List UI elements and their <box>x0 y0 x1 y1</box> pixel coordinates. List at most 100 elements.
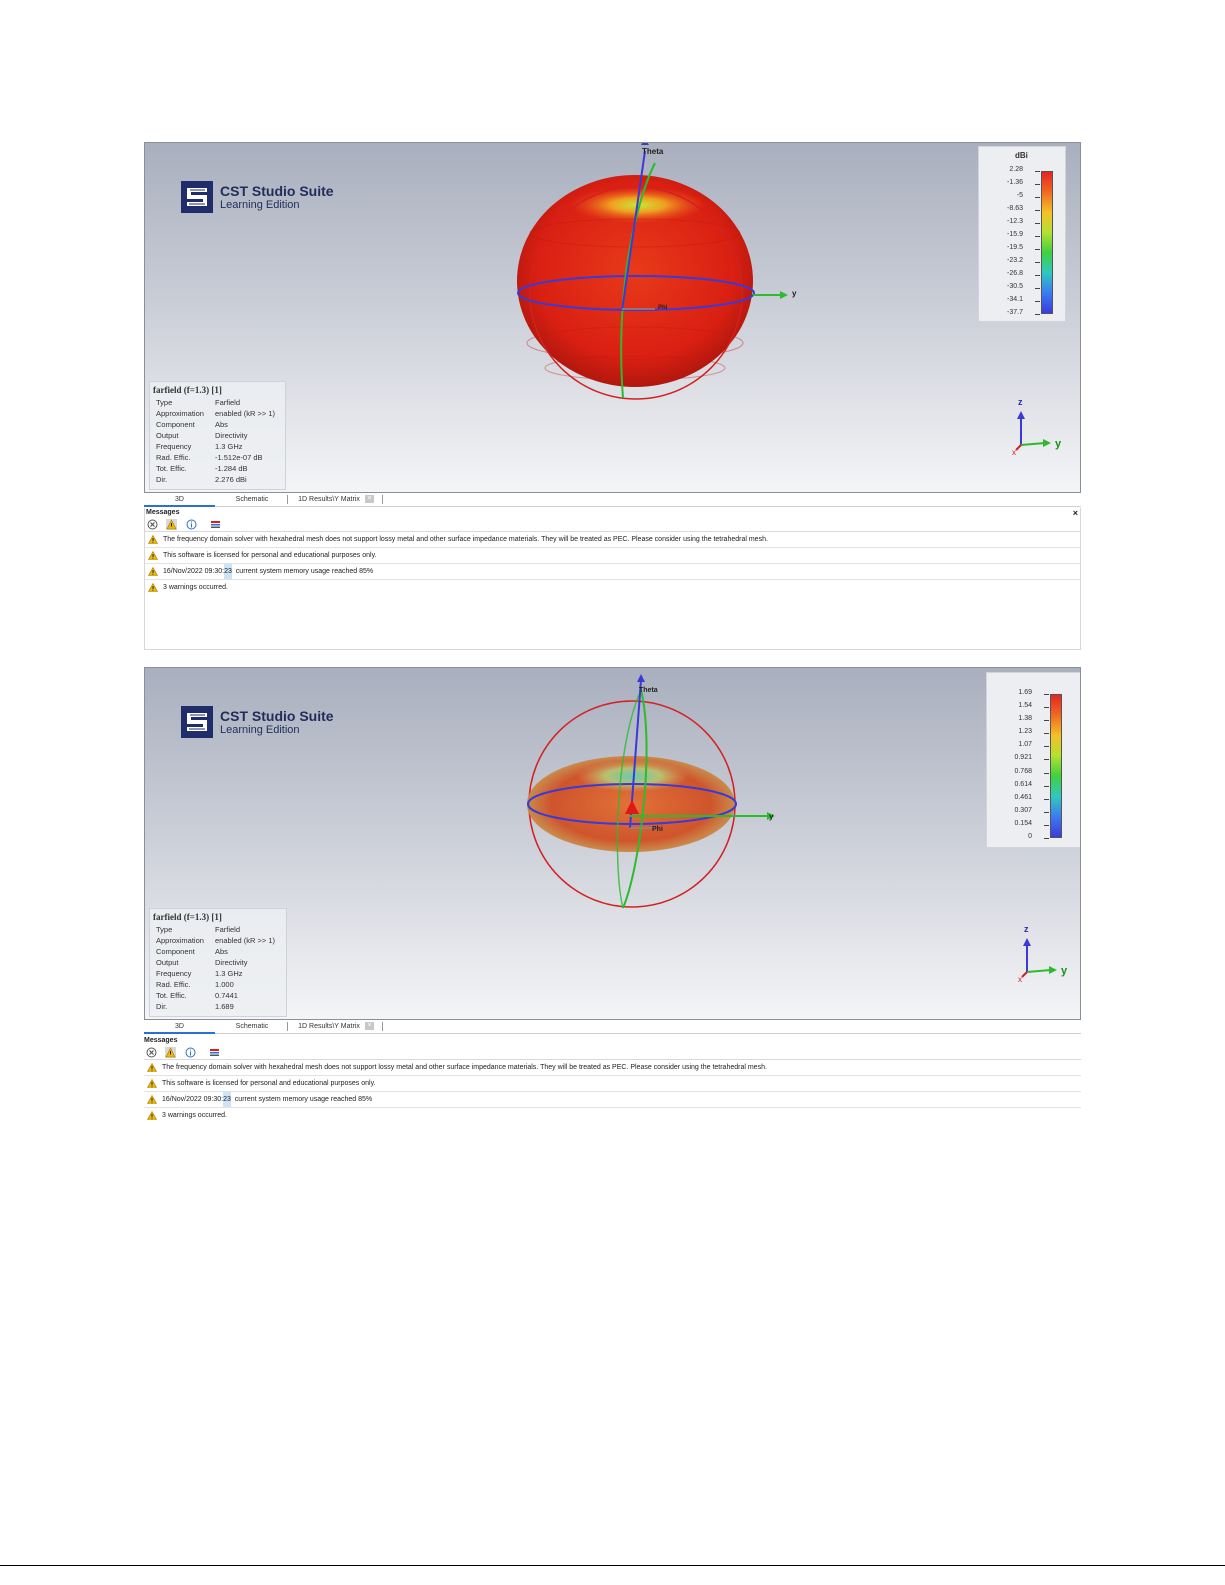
info-value: Farfield <box>215 925 241 934</box>
tab-close-icon[interactable]: × <box>365 495 374 503</box>
view-tabs: 3D Schematic 1D Results\Y Matrix × <box>144 1020 1081 1034</box>
info-value: Abs <box>215 420 228 429</box>
info-value: -1.512e-07 dB <box>215 453 263 462</box>
info-row: Approximation enabled (kR >> 1) <box>153 408 279 419</box>
info-key: Frequency <box>156 442 192 451</box>
legend-tick-mark <box>1044 772 1049 774</box>
tab-1d-results[interactable]: 1D Results\Y Matrix <box>296 1021 362 1032</box>
legend-tick-label: 2.28 <box>1009 166 1023 173</box>
tab-schematic[interactable]: Schematic <box>234 1021 270 1032</box>
legend-tick-label: 1.54 <box>1018 702 1032 710</box>
warning-icon <box>148 535 158 544</box>
messages-title: Messages <box>144 1036 1081 1046</box>
farfield-pattern-3d[interactable] <box>505 143 825 443</box>
info-title: farfield (f=1.3) [1] <box>153 385 222 395</box>
theta-label: Theta <box>642 147 664 156</box>
warning-icon <box>147 1079 157 1088</box>
legend-tick-label: 1.07 <box>1018 741 1032 749</box>
cst-logo-icon <box>181 181 213 213</box>
messages-toolbar <box>145 518 1080 532</box>
error-filter-icon[interactable] <box>146 1047 157 1058</box>
legend-tick-mark <box>1035 184 1040 185</box>
messages-title-text: Messages <box>144 1037 178 1044</box>
y-axis-label: y <box>769 812 774 821</box>
info-filter-icon[interactable] <box>186 519 197 530</box>
message-row[interactable]: The frequency domain solver with hexahed… <box>145 532 1080 548</box>
legend-tick-label: -12.3 <box>1007 218 1023 225</box>
legend-tick-mark <box>1035 249 1040 250</box>
tab-schematic[interactable]: Schematic <box>234 494 270 505</box>
tab-3d[interactable]: 3D <box>144 1021 215 1034</box>
message-highlight: 23 <box>223 1092 231 1107</box>
message-row[interactable]: 16/Nov/2022 09:30: 23 current system memo… <box>144 1092 1081 1108</box>
tab-1d-results[interactable]: 1D Results\Y Matrix <box>296 494 362 505</box>
info-key: Output <box>156 431 179 440</box>
info-value: 1.689 <box>215 1002 234 1011</box>
legend-tick-label: -19.5 <box>1007 244 1023 251</box>
info-row: Tot. Effic. -1.284 dB <box>153 463 279 474</box>
messages-panel: Messages The frequency domain solver wit… <box>144 1036 1081 1124</box>
info-filter-icon[interactable] <box>185 1047 196 1058</box>
legend-tick-mark <box>1035 288 1040 289</box>
legend-tick-label: 0.154 <box>1014 819 1032 827</box>
legend-tick-label: -15.9 <box>1007 231 1023 238</box>
message-text: The frequency domain solver with hexahed… <box>162 1064 767 1071</box>
info-value: -1.284 dB <box>215 464 248 473</box>
legend-tick-mark <box>1044 707 1049 709</box>
info-key: Frequency <box>156 969 192 978</box>
y-axis-label: y <box>792 289 797 298</box>
warning-filter-icon[interactable] <box>165 1047 176 1058</box>
3d-viewport[interactable]: CST Studio Suite Learning Edition Theta … <box>144 142 1081 493</box>
3d-viewport[interactable]: CST Studio Suite Learning Edition Theta … <box>144 667 1081 1020</box>
triad-y-label: y <box>1061 965 1068 977</box>
phi-label: Phi <box>652 826 663 833</box>
clear-messages-icon[interactable] <box>209 1047 220 1058</box>
tab-3d[interactable]: 3D <box>144 494 215 507</box>
message-row[interactable]: 3 warnings occurred. <box>145 580 1080 595</box>
message-row[interactable]: 16/Nov/2022 09:30: 23 current system memo… <box>145 564 1080 580</box>
info-key: Tot. Effic. <box>156 991 187 1000</box>
warning-icon <box>148 583 158 592</box>
legend-tick-label: 0.461 <box>1014 793 1032 801</box>
message-row[interactable]: This software is licensed for personal a… <box>144 1076 1081 1092</box>
message-text-tail: current system memory usage reached 85% <box>230 1096 373 1103</box>
legend-tick-label: -30.5 <box>1007 283 1023 290</box>
message-row[interactable]: This software is licensed for personal a… <box>145 548 1080 564</box>
message-row[interactable]: 3 warnings occurred. <box>144 1108 1081 1123</box>
legend-unit: dBi <box>1015 151 1028 160</box>
message-text: 3 warnings occurred. <box>163 584 228 591</box>
legend-tick-label: -5 <box>1016 192 1023 199</box>
info-key: Dir. <box>156 475 168 484</box>
info-row: Rad. Effic. 1.000 <box>153 979 280 990</box>
error-filter-icon[interactable] <box>147 519 158 530</box>
legend-tick-label: 1.69 <box>1018 689 1032 696</box>
info-row: Frequency 1.3 GHz <box>153 968 280 979</box>
legend-tick-mark <box>1044 733 1049 735</box>
info-title: farfield (f=1.3) [1] <box>153 912 222 922</box>
legend-tick-mark <box>1035 210 1040 211</box>
warning-icon <box>147 1111 157 1120</box>
legend-tick-mark <box>1044 759 1049 761</box>
warning-filter-icon[interactable] <box>166 519 177 530</box>
cst-logo-icon <box>181 706 213 738</box>
clear-messages-icon[interactable] <box>210 519 221 530</box>
messages-close-icon[interactable]: × <box>1073 508 1078 518</box>
warning-icon <box>148 551 158 560</box>
info-value: Farfield <box>215 398 241 407</box>
color-legend: dBi 2.28 -1.36 -5 -8.63 -12.3 -15.9 -19.5 -23.2… <box>978 146 1066 322</box>
info-key: Approximation <box>156 409 204 418</box>
legend-tick-label: 0.307 <box>1014 806 1032 814</box>
messages-toolbar <box>144 1046 1081 1060</box>
farfield-info: farfield (f=1.3) [1] Type Farfield Approxi… <box>149 908 287 1017</box>
triad-z-label: z <box>1018 397 1023 407</box>
message-text: 3 warnings occurred. <box>162 1112 227 1119</box>
info-row: Dir. 2.276 dBi <box>153 474 279 485</box>
farfield-pattern-3d[interactable] <box>505 668 825 968</box>
cst-logo: CST Studio Suite Learning Edition <box>181 181 334 213</box>
info-key: Type <box>156 925 173 934</box>
legend-tick-label: -23.2 <box>1007 257 1023 264</box>
tab-close-icon[interactable]: × <box>365 1022 374 1030</box>
legend-tick-mark <box>1035 314 1040 315</box>
warning-icon <box>148 567 158 576</box>
message-row[interactable]: The frequency domain solver with hexahed… <box>144 1060 1081 1076</box>
